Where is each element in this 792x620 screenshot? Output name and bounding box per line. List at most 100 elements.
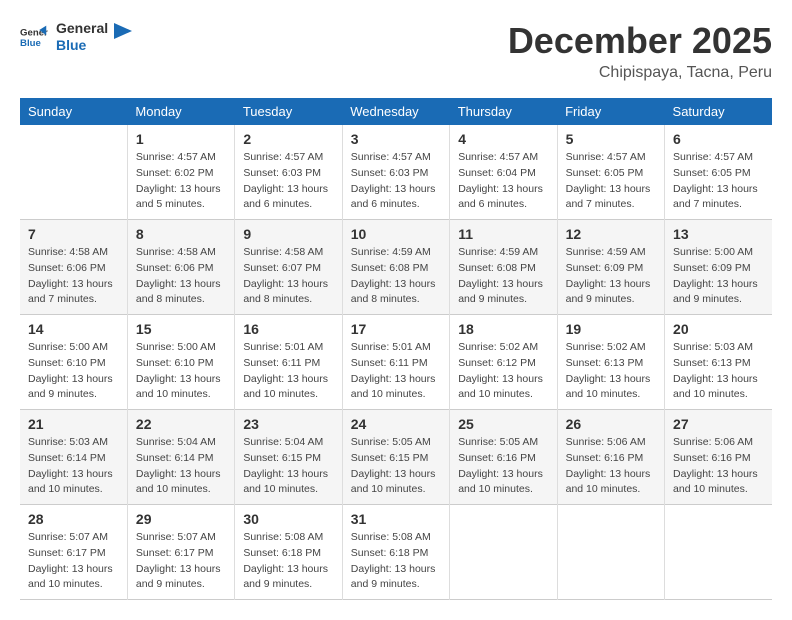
day-number: 17 xyxy=(351,321,441,337)
week-row-3: 14 Sunrise: 5:00 AMSunset: 6:10 PMDayligh… xyxy=(20,315,772,410)
day-cell: 11 Sunrise: 4:59 AMSunset: 6:08 PMDayligh… xyxy=(450,220,557,315)
day-number: 2 xyxy=(243,131,333,147)
day-info: Sunrise: 4:57 AMSunset: 6:05 PMDaylight:… xyxy=(566,150,656,213)
day-info: Sunrise: 5:06 AMSunset: 6:16 PMDaylight:… xyxy=(673,435,764,498)
page-header: General Blue General Blue December 2025 … xyxy=(20,20,772,82)
day-cell: 31Sunrise: 5:08 AMSunset: 6:18 PMDayligh… xyxy=(342,505,449,600)
day-info: Sunrise: 5:06 AMSunset: 6:16 PMDaylight:… xyxy=(566,435,656,498)
day-cell: 19 Sunrise: 5:02 AMSunset: 6:13 PMDayligh… xyxy=(557,315,664,410)
day-cell xyxy=(557,505,664,600)
logo-icon: General Blue xyxy=(20,23,48,51)
title-block: December 2025 Chipispaya, Tacna, Peru xyxy=(508,20,772,82)
day-info: Sunrise: 4:58 AMSunset: 6:06 PMDaylight:… xyxy=(136,245,226,308)
column-header-friday: Friday xyxy=(557,98,664,125)
day-info: Sunrise: 5:03 AMSunset: 6:13 PMDaylight:… xyxy=(673,340,764,403)
day-number: 9 xyxy=(243,226,333,242)
day-cell: 13 Sunrise: 5:00 AMSunset: 6:09 PMDayligh… xyxy=(665,220,772,315)
week-row-5: 28 Sunrise: 5:07 AMSunset: 6:17 PMDayligh… xyxy=(20,505,772,600)
column-header-saturday: Saturday xyxy=(665,98,772,125)
day-number: 26 xyxy=(566,416,656,432)
day-cell: 26 Sunrise: 5:06 AMSunset: 6:16 PMDayligh… xyxy=(557,410,664,505)
day-number: 12 xyxy=(566,226,656,242)
day-info: Sunrise: 5:05 AMSunset: 6:16 PMDaylight:… xyxy=(458,435,548,498)
day-info: Sunrise: 4:59 AMSunset: 6:08 PMDaylight:… xyxy=(351,245,441,308)
day-cell: 12 Sunrise: 4:59 AMSunset: 6:09 PMDayligh… xyxy=(557,220,664,315)
day-number: 31 xyxy=(351,511,441,527)
day-number: 4 xyxy=(458,131,548,147)
day-number: 24 xyxy=(351,416,441,432)
day-number: 29 xyxy=(136,511,226,527)
day-info: Sunrise: 5:02 AMSunset: 6:12 PMDaylight:… xyxy=(458,340,548,403)
day-cell: 23 Sunrise: 5:04 AMSunset: 6:15 PMDayligh… xyxy=(235,410,342,505)
week-row-2: 7 Sunrise: 4:58 AMSunset: 6:06 PMDaylight… xyxy=(20,220,772,315)
day-cell: 3 Sunrise: 4:57 AMSunset: 6:03 PMDaylight… xyxy=(342,125,449,220)
day-info: Sunrise: 5:00 AMSunset: 6:09 PMDaylight:… xyxy=(673,245,764,308)
day-info: Sunrise: 5:08 AMSunset: 6:18 PMDaylight:… xyxy=(243,530,333,593)
day-cell: 8 Sunrise: 4:58 AMSunset: 6:06 PMDaylight… xyxy=(127,220,234,315)
day-cell: 25Sunrise: 5:05 AMSunset: 6:16 PMDayligh… xyxy=(450,410,557,505)
day-cell: 24 Sunrise: 5:05 AMSunset: 6:15 PMDayligh… xyxy=(342,410,449,505)
day-number: 28 xyxy=(28,511,119,527)
logo: General Blue General Blue xyxy=(20,20,132,54)
day-info: Sunrise: 4:57 AMSunset: 6:02 PMDaylight:… xyxy=(136,150,226,213)
day-number: 27 xyxy=(673,416,764,432)
day-cell: 9Sunrise: 4:58 AMSunset: 6:07 PMDaylight… xyxy=(235,220,342,315)
day-info: Sunrise: 5:00 AMSunset: 6:10 PMDaylight:… xyxy=(28,340,119,403)
day-cell: 16 Sunrise: 5:01 AMSunset: 6:11 PMDayligh… xyxy=(235,315,342,410)
header-row: SundayMondayTuesdayWednesdayThursdayFrid… xyxy=(20,98,772,125)
calendar-title: December 2025 xyxy=(508,20,772,62)
day-cell: 2 Sunrise: 4:57 AMSunset: 6:03 PMDaylight… xyxy=(235,125,342,220)
day-number: 19 xyxy=(566,321,656,337)
column-header-thursday: Thursday xyxy=(450,98,557,125)
day-info: Sunrise: 5:04 AMSunset: 6:15 PMDaylight:… xyxy=(243,435,333,498)
svg-text:Blue: Blue xyxy=(20,38,41,49)
day-info: Sunrise: 5:07 AMSunset: 6:17 PMDaylight:… xyxy=(28,530,119,593)
day-cell: 17 Sunrise: 5:01 AMSunset: 6:11 PMDayligh… xyxy=(342,315,449,410)
day-number: 7 xyxy=(28,226,119,242)
day-cell: 10 Sunrise: 4:59 AMSunset: 6:08 PMDayligh… xyxy=(342,220,449,315)
day-cell: 30Sunrise: 5:08 AMSunset: 6:18 PMDayligh… xyxy=(235,505,342,600)
column-header-monday: Monday xyxy=(127,98,234,125)
day-cell: 28 Sunrise: 5:07 AMSunset: 6:17 PMDayligh… xyxy=(20,505,127,600)
week-row-1: 1Sunrise: 4:57 AMSunset: 6:02 PMDaylight… xyxy=(20,125,772,220)
day-info: Sunrise: 5:02 AMSunset: 6:13 PMDaylight:… xyxy=(566,340,656,403)
day-info: Sunrise: 4:59 AMSunset: 6:09 PMDaylight:… xyxy=(566,245,656,308)
day-info: Sunrise: 5:05 AMSunset: 6:15 PMDaylight:… xyxy=(351,435,441,498)
day-info: Sunrise: 4:57 AMSunset: 6:03 PMDaylight:… xyxy=(243,150,333,213)
day-cell: 6Sunrise: 4:57 AMSunset: 6:05 PMDaylight… xyxy=(665,125,772,220)
day-cell xyxy=(450,505,557,600)
day-number: 15 xyxy=(136,321,226,337)
day-cell: 15 Sunrise: 5:00 AMSunset: 6:10 PMDayligh… xyxy=(127,315,234,410)
day-number: 3 xyxy=(351,131,441,147)
day-number: 5 xyxy=(566,131,656,147)
day-number: 23 xyxy=(243,416,333,432)
day-info: Sunrise: 4:57 AMSunset: 6:03 PMDaylight:… xyxy=(351,150,441,213)
day-info: Sunrise: 5:01 AMSunset: 6:11 PMDaylight:… xyxy=(243,340,333,403)
day-cell: 20 Sunrise: 5:03 AMSunset: 6:13 PMDayligh… xyxy=(665,315,772,410)
day-number: 11 xyxy=(458,226,548,242)
day-number: 10 xyxy=(351,226,441,242)
day-cell: 29 Sunrise: 5:07 AMSunset: 6:17 PMDayligh… xyxy=(127,505,234,600)
day-cell: 4Sunrise: 4:57 AMSunset: 6:04 PMDaylight… xyxy=(450,125,557,220)
day-info: Sunrise: 4:59 AMSunset: 6:08 PMDaylight:… xyxy=(458,245,548,308)
day-cell: 7 Sunrise: 4:58 AMSunset: 6:06 PMDaylight… xyxy=(20,220,127,315)
day-number: 21 xyxy=(28,416,119,432)
day-info: Sunrise: 5:04 AMSunset: 6:14 PMDaylight:… xyxy=(136,435,226,498)
day-cell xyxy=(665,505,772,600)
day-number: 13 xyxy=(673,226,764,242)
day-number: 14 xyxy=(28,321,119,337)
day-cell: 1Sunrise: 4:57 AMSunset: 6:02 PMDaylight… xyxy=(127,125,234,220)
day-info: Sunrise: 4:57 AMSunset: 6:05 PMDaylight:… xyxy=(673,150,764,213)
day-info: Sunrise: 4:58 AMSunset: 6:06 PMDaylight:… xyxy=(28,245,119,308)
day-cell: 14 Sunrise: 5:00 AMSunset: 6:10 PMDayligh… xyxy=(20,315,127,410)
day-number: 20 xyxy=(673,321,764,337)
day-info: Sunrise: 5:00 AMSunset: 6:10 PMDaylight:… xyxy=(136,340,226,403)
day-cell: 21Sunrise: 5:03 AMSunset: 6:14 PMDayligh… xyxy=(20,410,127,505)
day-number: 8 xyxy=(136,226,226,242)
day-number: 16 xyxy=(243,321,333,337)
calendar-table: SundayMondayTuesdayWednesdayThursdayFrid… xyxy=(20,98,772,600)
logo-general: General xyxy=(56,20,108,37)
day-info: Sunrise: 5:01 AMSunset: 6:11 PMDaylight:… xyxy=(351,340,441,403)
day-cell xyxy=(20,125,127,220)
day-info: Sunrise: 5:07 AMSunset: 6:17 PMDaylight:… xyxy=(136,530,226,593)
